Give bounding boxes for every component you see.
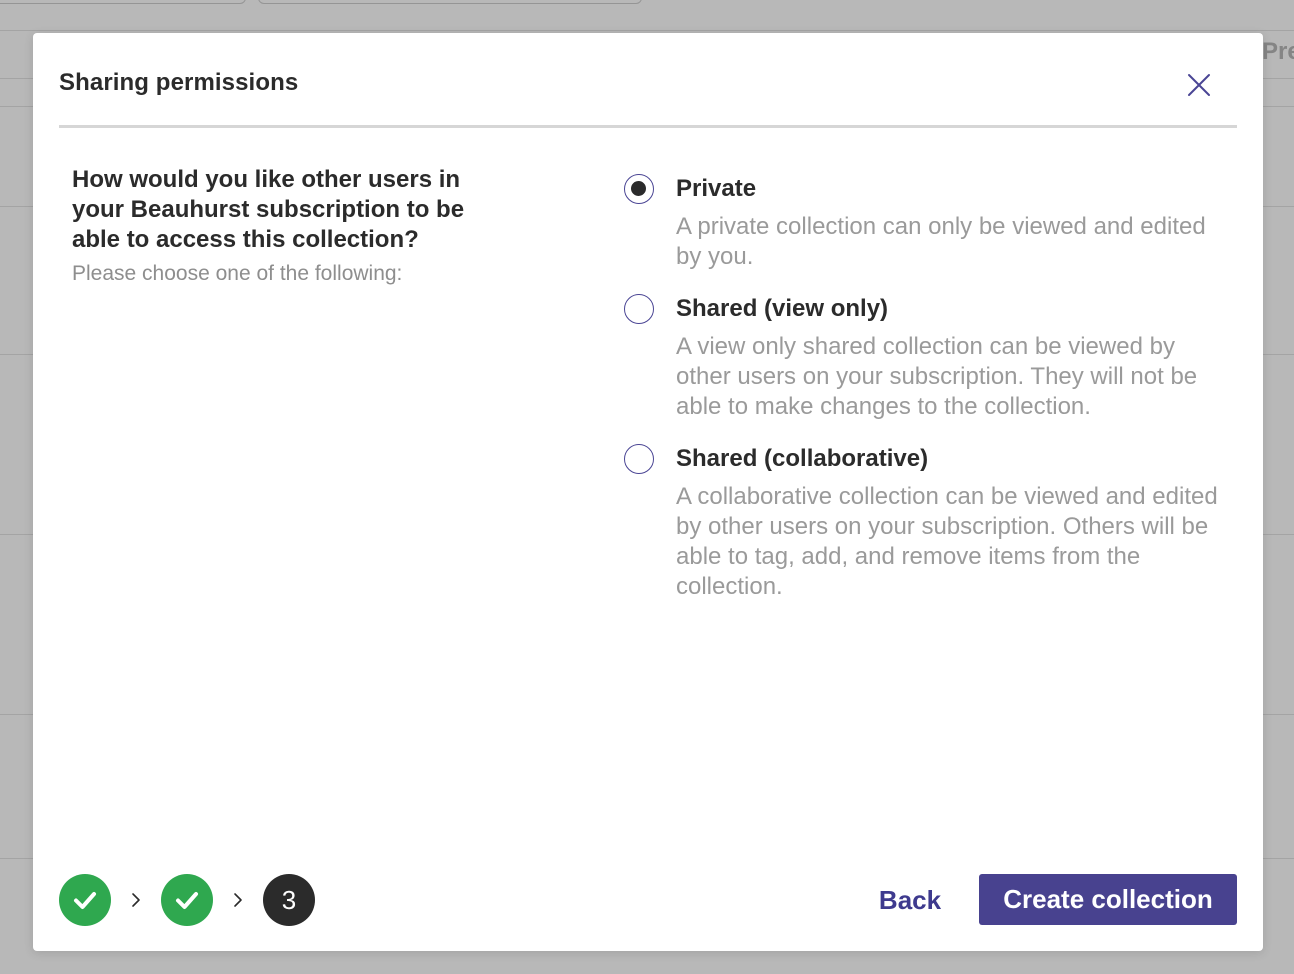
option-shared-view-only[interactable]: Shared (view only) A view only shared co… <box>624 294 1234 422</box>
back-button[interactable]: Back <box>865 874 955 926</box>
question-section: How would you like other users in your B… <box>72 165 502 287</box>
radio-shared-view-only[interactable] <box>624 294 654 324</box>
close-button[interactable] <box>1181 67 1217 103</box>
modal-title: Sharing permissions <box>59 69 299 96</box>
option-description: A collaborative collection can be viewed… <box>676 483 1218 600</box>
checkmark-icon <box>74 892 96 909</box>
option-shared-collaborative[interactable]: Shared (collaborative) A collaborative c… <box>624 444 1234 602</box>
checkmark-icon <box>176 892 198 909</box>
progress-stepper: 3 <box>59 874 315 926</box>
radio-shared-collaborative[interactable] <box>624 444 654 474</box>
question-hint: Please choose one of the following: <box>72 262 403 285</box>
step-3-current: 3 <box>263 874 315 926</box>
step-1-complete <box>59 874 111 926</box>
option-description: A private collection can only be viewed … <box>676 213 1206 270</box>
option-label: Shared (collaborative) <box>676 445 929 472</box>
create-collection-button[interactable]: Create collection <box>979 874 1237 925</box>
option-label: Private <box>676 175 757 202</box>
close-icon <box>1188 74 1210 96</box>
chevron-right-icon <box>132 893 140 907</box>
step-2-complete <box>161 874 213 926</box>
option-private[interactable]: Private A private collection can only be… <box>624 174 1234 272</box>
option-description: A view only shared collection can be vie… <box>676 333 1198 420</box>
sharing-permissions-dialog: Sharing permissions How would you like o… <box>33 33 1263 951</box>
sharing-options: Private A private collection can only be… <box>624 171 1234 602</box>
modal-header: Sharing permissions <box>59 33 1237 128</box>
chevron-right-icon <box>234 893 242 907</box>
option-label: Shared (view only) <box>676 295 889 322</box>
radio-private[interactable] <box>624 174 654 204</box>
step-separator <box>111 874 161 926</box>
step-separator <box>213 874 263 926</box>
question-text: How would you like other users in your B… <box>72 166 465 253</box>
